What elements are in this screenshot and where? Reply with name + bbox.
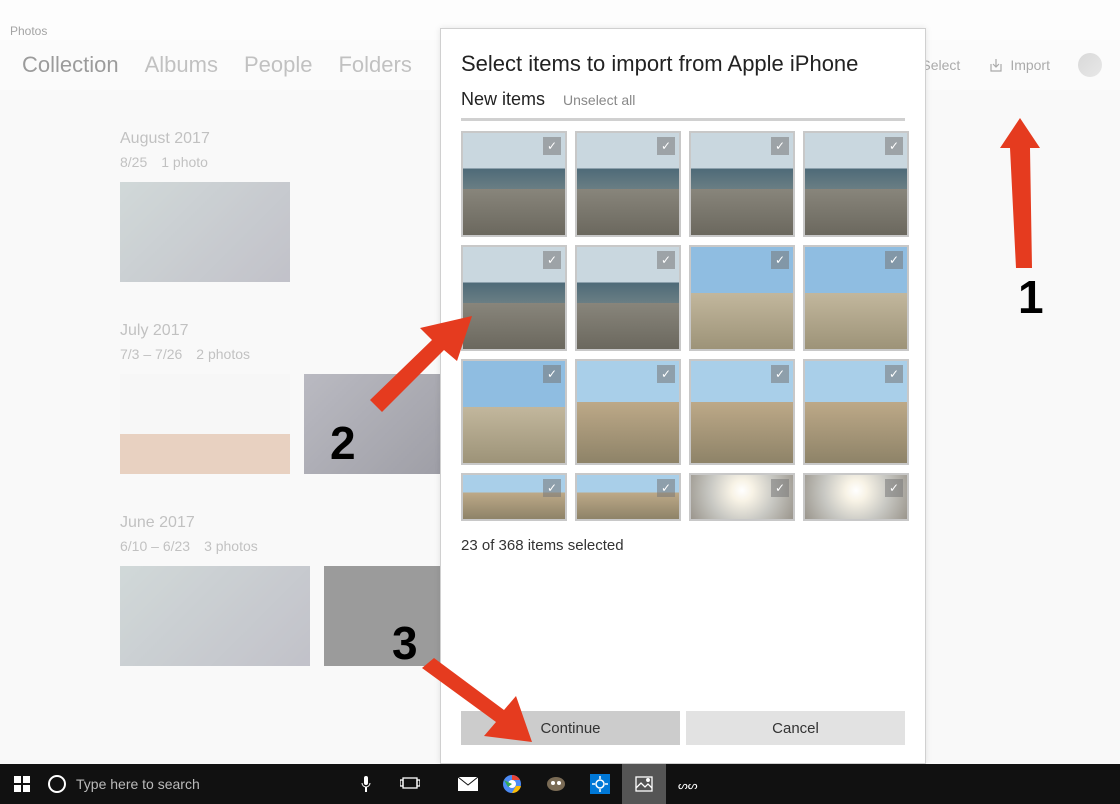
annotation-arrow-2	[362, 306, 482, 426]
check-icon: ✓	[771, 479, 789, 497]
group-range: 6/10 – 6/23	[120, 538, 190, 554]
new-items-label: New items	[461, 89, 545, 110]
search-placeholder: Type here to search	[76, 776, 200, 792]
check-icon: ✓	[543, 479, 561, 497]
gimp-icon	[546, 776, 566, 792]
check-icon: ✓	[543, 251, 561, 269]
group-range: 7/3 – 7/26	[120, 346, 182, 362]
check-icon: ✓	[657, 479, 675, 497]
check-icon: ✓	[543, 137, 561, 155]
unselect-all-link[interactable]: Unselect all	[563, 92, 635, 108]
group-range: 8/25	[120, 154, 147, 170]
import-thumb[interactable]: ✓	[575, 359, 681, 465]
taskbar-app-settings[interactable]	[578, 764, 622, 804]
mic-button[interactable]	[344, 764, 388, 804]
task-view-button[interactable]	[388, 764, 432, 804]
import-thumb[interactable]: ✓	[689, 359, 795, 465]
selection-status: 23 of 368 items selected	[461, 537, 905, 554]
import-thumb[interactable]: ✓	[803, 359, 909, 465]
import-thumb[interactable]: ✓	[689, 131, 795, 237]
import-thumb[interactable]: ✓	[461, 473, 567, 521]
nav-collection[interactable]: Collection	[22, 52, 119, 78]
photo-thumb[interactable]	[120, 566, 310, 666]
photos-icon	[635, 776, 653, 792]
import-thumb[interactable]: ✓	[689, 245, 795, 351]
mic-icon	[359, 775, 373, 793]
user-avatar[interactable]	[1078, 53, 1102, 77]
nav-folders[interactable]: Folders	[338, 52, 411, 78]
check-icon: ✓	[771, 137, 789, 155]
app-icon: ᔕᔕ	[678, 776, 698, 792]
mail-icon	[458, 777, 478, 791]
import-grid: ✓ ✓ ✓ ✓ ✓ ✓ ✓ ✓ ✓ ✓ ✓ ✓ ✓ ✓ ✓ ✓	[461, 131, 905, 521]
task-view-icon	[400, 777, 420, 791]
import-button[interactable]: Import	[988, 57, 1050, 73]
search-box[interactable]: Type here to search	[44, 775, 344, 793]
import-thumb[interactable]: ✓	[803, 131, 909, 237]
windows-icon	[14, 776, 30, 792]
taskbar-app-mail[interactable]	[446, 764, 490, 804]
check-icon: ✓	[657, 137, 675, 155]
svg-text:ᔕᔕ: ᔕᔕ	[678, 780, 698, 792]
select-label: Select	[921, 57, 960, 73]
taskbar: Type here to search ᔕᔕ	[0, 764, 1120, 804]
annotation-arrow-3	[412, 658, 542, 748]
photo-thumb[interactable]	[120, 182, 290, 282]
nav-albums[interactable]: Albums	[145, 52, 218, 78]
check-icon: ✓	[885, 365, 903, 383]
taskbar-app-gimp[interactable]	[534, 764, 578, 804]
import-thumb[interactable]: ✓	[803, 473, 909, 521]
import-dialog: Select items to import from Apple iPhone…	[440, 28, 926, 764]
check-icon: ✓	[543, 365, 561, 383]
cancel-button[interactable]: Cancel	[686, 711, 905, 745]
photo-thumb[interactable]	[120, 374, 290, 474]
import-thumb[interactable]: ✓	[575, 473, 681, 521]
nav-people[interactable]: People	[244, 52, 313, 78]
check-icon: ✓	[885, 479, 903, 497]
annotation-label-1: 1	[1018, 270, 1044, 324]
check-icon: ✓	[885, 137, 903, 155]
annotation-arrow-1	[1000, 118, 1060, 278]
annotation-label-2: 2	[330, 416, 356, 470]
start-button[interactable]	[0, 764, 44, 804]
photo-thumb[interactable]	[324, 566, 444, 666]
cortana-icon	[48, 775, 66, 793]
check-icon: ✓	[657, 365, 675, 383]
import-thumb[interactable]: ✓	[575, 131, 681, 237]
chrome-icon	[502, 774, 522, 794]
taskbar-app-photos[interactable]	[622, 764, 666, 804]
app-name: Photos	[10, 24, 47, 38]
progress-bar	[461, 118, 905, 121]
settings-icon	[590, 774, 610, 794]
dialog-title: Select items to import from Apple iPhone	[461, 51, 905, 77]
group-count: 1 photo	[161, 154, 208, 170]
check-icon: ✓	[771, 365, 789, 383]
import-icon	[988, 57, 1004, 73]
check-icon: ✓	[771, 251, 789, 269]
check-icon: ✓	[885, 251, 903, 269]
import-thumb[interactable]: ✓	[689, 473, 795, 521]
import-thumb[interactable]: ✓	[575, 245, 681, 351]
import-thumb[interactable]: ✓	[803, 245, 909, 351]
group-count: 3 photos	[204, 538, 258, 554]
group-count: 2 photos	[196, 346, 250, 362]
taskbar-app-chrome[interactable]	[490, 764, 534, 804]
import-label: Import	[1010, 57, 1050, 73]
taskbar-app-other[interactable]: ᔕᔕ	[666, 764, 710, 804]
import-thumb[interactable]: ✓	[461, 131, 567, 237]
select-button[interactable]: Select	[921, 57, 960, 73]
check-icon: ✓	[657, 251, 675, 269]
